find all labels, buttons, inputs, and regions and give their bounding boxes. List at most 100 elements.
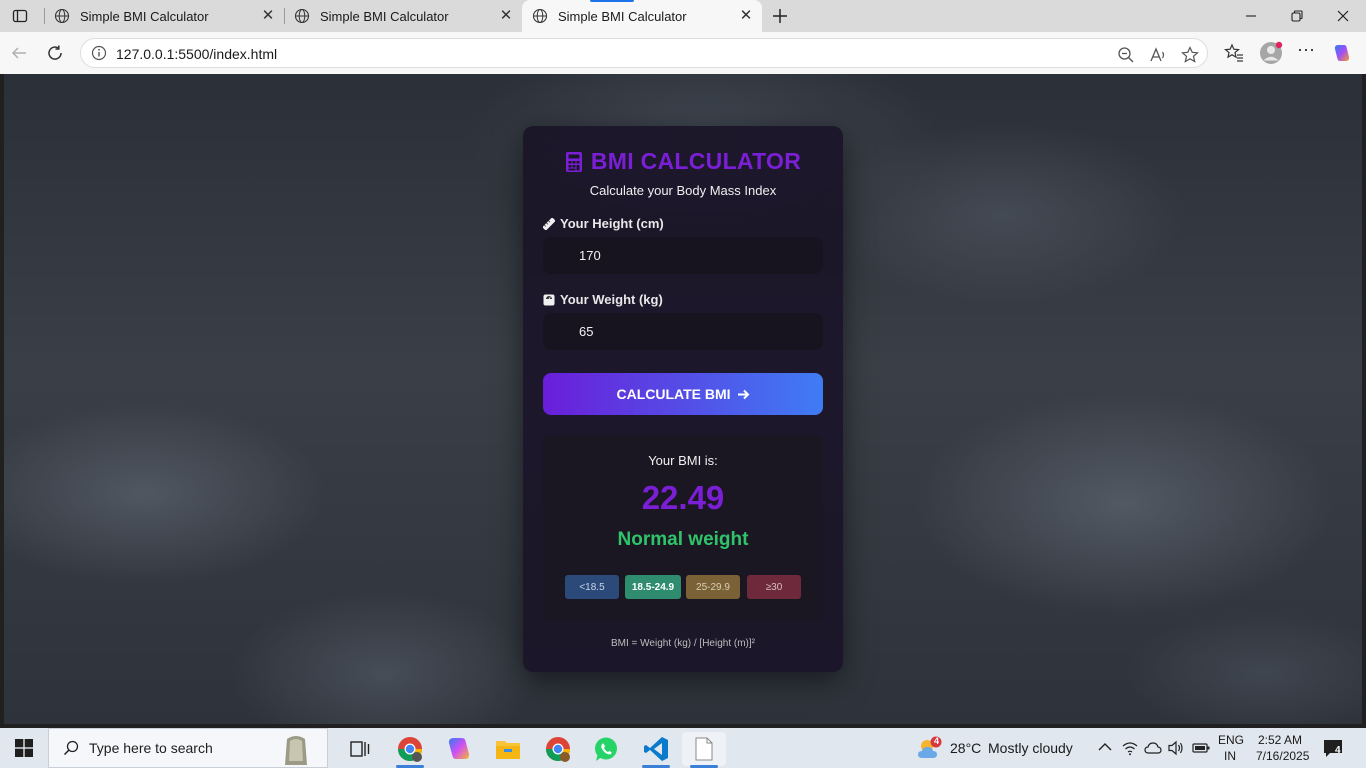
minimize-icon xyxy=(1246,15,1256,17)
restore-icon xyxy=(1291,10,1303,22)
favorite-star-icon[interactable] xyxy=(1181,46,1199,64)
folder-icon xyxy=(496,741,520,759)
taskbar-copilot[interactable] xyxy=(437,732,481,766)
close-icon xyxy=(1337,10,1349,22)
taskbar-vscode[interactable] xyxy=(634,732,678,768)
chrome-icon xyxy=(398,737,422,762)
vscode-icon xyxy=(644,737,668,761)
address-bar[interactable]: 127.0.0.1:5500/index.html xyxy=(80,38,1208,68)
url-text: 127.0.0.1:5500/index.html xyxy=(116,46,278,62)
weight-label: Your Weight (kg) xyxy=(543,292,663,307)
notification-count: 4 xyxy=(1335,745,1341,756)
weather-condition[interactable]: Mostly cloudy xyxy=(988,740,1073,756)
taskbar-chrome[interactable] xyxy=(388,732,432,768)
calculate-button-label: CALCULATE BMI xyxy=(616,386,731,402)
clock-date[interactable]: 7/16/2025 xyxy=(1256,749,1309,763)
search-highlight-icon xyxy=(285,736,307,765)
back-arrow-icon xyxy=(11,47,26,59)
weather-alert-count: 4 xyxy=(933,736,939,746)
tab-title: Simple BMI Calculator xyxy=(558,8,687,24)
avatar-icon xyxy=(1260,41,1283,64)
tab-3-active[interactable]: Simple BMI Calculator ✕ xyxy=(522,0,762,32)
plus-icon xyxy=(773,9,787,23)
ruler-icon xyxy=(543,217,555,230)
battery-icon[interactable] xyxy=(1192,741,1210,755)
new-tab-button[interactable] xyxy=(768,4,792,28)
calculate-bmi-button[interactable]: CALCULATE BMI xyxy=(543,373,823,415)
bmi-formula: BMI = Weight (kg) / [Height (m)]² xyxy=(610,638,755,649)
range-obese: ≥30 xyxy=(747,575,801,599)
subtitle: Calculate your Body Mass Index xyxy=(589,183,777,198)
copilot-icon[interactable] xyxy=(1332,43,1352,63)
restore-button[interactable] xyxy=(1274,0,1320,32)
close-window-button[interactable] xyxy=(1320,0,1366,32)
height-label: Your Height (cm) xyxy=(543,216,664,231)
start-button[interactable] xyxy=(0,728,48,768)
bmi-card: BMI CALCULATOR Calculate your Body Mass … xyxy=(523,126,843,672)
tab-2[interactable]: Simple BMI Calculator ✕ xyxy=(284,0,522,32)
tab-strip: Simple BMI Calculator ✕ Simple BMI Calcu… xyxy=(0,0,1366,32)
refresh-icon xyxy=(48,45,62,60)
height-input[interactable] xyxy=(543,237,823,274)
profile-avatar[interactable] xyxy=(1258,40,1284,66)
taskbar-file-explorer[interactable] xyxy=(486,732,530,766)
weather-temperature[interactable]: 28°C xyxy=(950,740,981,756)
read-aloud-icon[interactable] xyxy=(1149,46,1167,64)
bmi-value: 22.49 xyxy=(641,479,725,516)
minimize-button[interactable] xyxy=(1228,0,1274,32)
notification-center-button[interactable]: 4 xyxy=(1322,738,1348,760)
calculator-icon xyxy=(565,151,582,172)
search-icon xyxy=(63,740,79,756)
windows-taskbar: Type here to search 4 28°C Mostly cloudy… xyxy=(0,728,1366,768)
weight-label-text: Your Weight (kg) xyxy=(560,292,663,307)
taskbar-notepad[interactable] xyxy=(682,732,726,768)
weather-widget-icon-wrap[interactable]: 4 xyxy=(916,736,944,762)
bmi-category: Normal weight xyxy=(617,529,749,550)
range-normal: 18.5-24.9 xyxy=(625,575,681,599)
result-label: Your BMI is: xyxy=(648,453,718,468)
close-tab-icon[interactable]: ✕ xyxy=(738,8,754,24)
chevron-up-icon[interactable] xyxy=(1098,742,1112,752)
back-button[interactable] xyxy=(6,40,32,66)
close-tab-icon[interactable]: ✕ xyxy=(498,8,514,24)
region-indicator[interactable]: IN xyxy=(1224,749,1236,763)
range-overweight: 25-29.9 xyxy=(686,575,740,599)
clock-time[interactable]: 2:52 AM xyxy=(1258,733,1302,747)
chrome-icon xyxy=(546,737,570,762)
title-text: BMI CALCULATOR xyxy=(590,148,802,174)
favorites-icon[interactable] xyxy=(1224,43,1244,63)
tab-title: Simple BMI Calculator xyxy=(320,8,449,24)
more-options-icon[interactable]: ⋯ xyxy=(1296,41,1316,63)
bmi-range-legend: <18.5 18.5-24.9 25-29.9 ≥30 xyxy=(565,575,801,599)
weight-input[interactable] xyxy=(543,313,823,350)
close-tab-icon[interactable]: ✕ xyxy=(260,8,276,24)
page-title: BMI CALCULATOR xyxy=(523,148,843,175)
taskbar-chrome-profile[interactable] xyxy=(536,732,580,766)
refresh-button[interactable] xyxy=(42,40,68,66)
scale-icon xyxy=(543,294,555,305)
onedrive-cloud-icon[interactable] xyxy=(1144,741,1162,755)
globe-icon xyxy=(54,8,70,24)
taskbar-search[interactable]: Type here to search xyxy=(48,728,328,768)
copilot-app-icon xyxy=(448,738,470,759)
language-indicator[interactable]: ENG xyxy=(1218,733,1244,747)
zoom-out-icon[interactable] xyxy=(1117,46,1135,64)
search-placeholder: Type here to search xyxy=(89,740,213,756)
speaker-icon[interactable] xyxy=(1168,740,1184,756)
taskbar-whatsapp[interactable] xyxy=(584,732,628,766)
arrow-right-icon xyxy=(737,389,749,399)
range-underweight: <18.5 xyxy=(565,575,619,599)
tab-1[interactable]: Simple BMI Calculator ✕ xyxy=(44,0,284,32)
tab-actions-button[interactable] xyxy=(0,0,40,32)
tab-title: Simple BMI Calculator xyxy=(80,8,209,24)
task-view-icon xyxy=(350,741,370,757)
site-info-icon[interactable] xyxy=(91,45,107,61)
windows-logo-icon xyxy=(15,739,33,757)
document-icon xyxy=(695,737,713,761)
wifi-icon[interactable] xyxy=(1122,740,1138,756)
whatsapp-icon xyxy=(595,737,617,761)
tab-actions-icon xyxy=(12,9,28,23)
task-view-button[interactable] xyxy=(338,732,382,766)
globe-icon xyxy=(532,8,548,24)
browser-toolbar: 127.0.0.1:5500/index.html ⋯ xyxy=(0,32,1366,74)
